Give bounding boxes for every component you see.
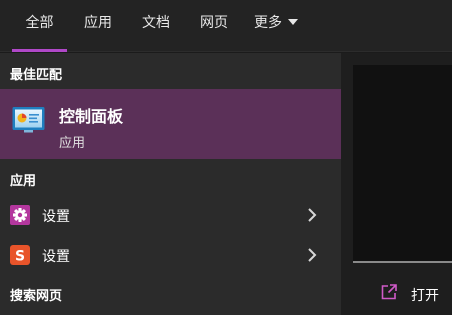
preview-pane: 打开: [341, 53, 452, 315]
app-result-settings-sogou[interactable]: S 设置: [0, 235, 341, 275]
tab-more[interactable]: 更多: [254, 0, 308, 52]
app-result-settings-label: 设置: [42, 209, 70, 225]
best-match-title: 控制面板: [59, 107, 124, 126]
tab-web[interactable]: 网页: [196, 0, 232, 52]
chevron-down-icon: [288, 19, 298, 25]
sogou-input-icon: S: [10, 245, 30, 265]
tab-web-label: 网页: [200, 15, 228, 31]
open-button-label: 打开: [411, 288, 439, 304]
svg-text:S: S: [15, 249, 25, 265]
preview-header: [353, 65, 452, 261]
preview-divider: [353, 261, 452, 263]
tab-all-label: 全部: [25, 15, 54, 31]
control-panel-icon: [12, 107, 45, 133]
active-tab-indicator: [12, 49, 67, 52]
open-external-icon: [381, 284, 397, 300]
app-result-settings[interactable]: 设置: [0, 195, 341, 235]
tab-apps-label: 应用: [84, 15, 112, 31]
tab-all[interactable]: 全部: [12, 0, 67, 52]
best-match-heading: 最佳匹配: [10, 68, 63, 83]
search-panel: 全部 应用 文档 网页 更多 最佳匹配 控制面板 应用 应用 设置 S 设置 搜…: [0, 0, 452, 315]
open-button[interactable]: 打开: [353, 273, 452, 309]
apps-heading: 应用: [10, 174, 37, 189]
tab-documents-label: 文档: [142, 15, 170, 31]
tab-documents[interactable]: 文档: [138, 0, 174, 52]
results-pane: 最佳匹配 控制面板 应用 应用 设置 S 设置 搜索网页: [0, 53, 341, 315]
chevron-right-icon[interactable]: [307, 207, 317, 223]
gear-icon: [10, 205, 30, 225]
best-match-control-panel[interactable]: 控制面板 应用: [0, 89, 341, 159]
best-match-subtitle: 应用: [59, 136, 86, 151]
tab-apps[interactable]: 应用: [80, 0, 116, 52]
tab-more-label: 更多: [254, 15, 282, 31]
chevron-right-icon[interactable]: [307, 247, 317, 263]
web-search-heading: 搜索网页: [10, 289, 63, 304]
app-result-settings-sogou-label: 设置: [42, 249, 70, 265]
search-tab-bar: 全部 应用 文档 网页 更多: [0, 0, 452, 52]
